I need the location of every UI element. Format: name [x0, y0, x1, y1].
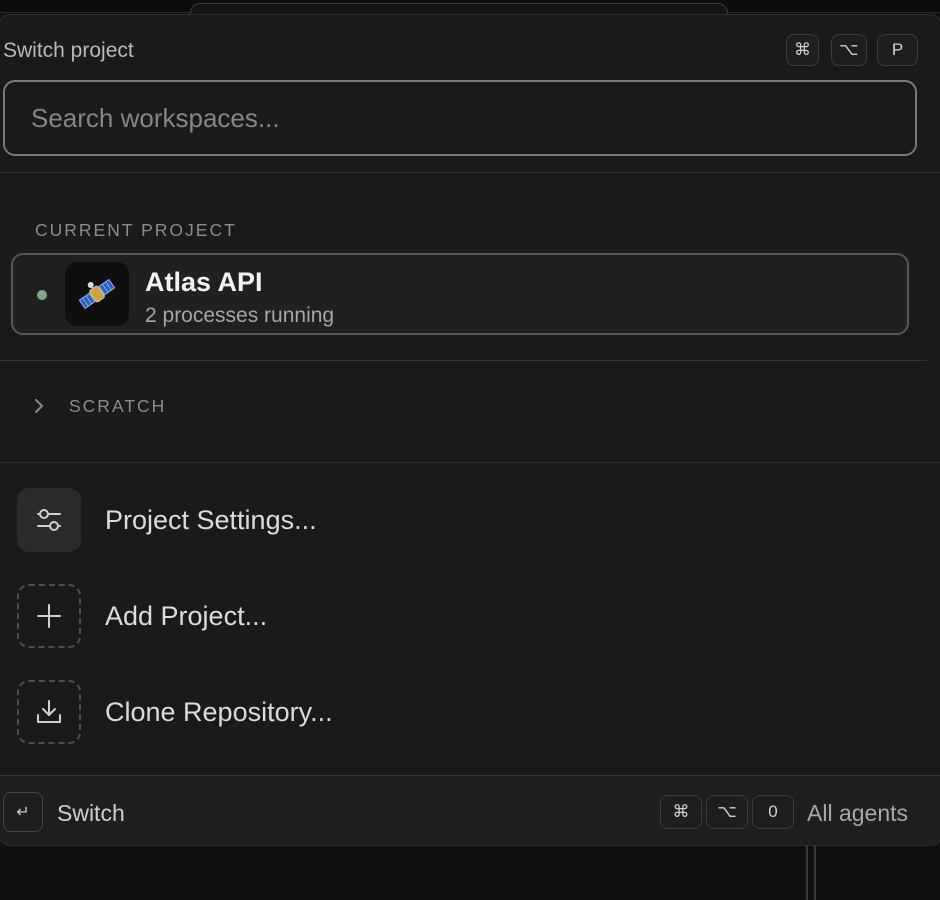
shortcut-key-0: 0 — [752, 795, 794, 829]
all-agents-hint-label: All agents — [807, 800, 909, 826]
shortcut-key-cmd: ⌘ — [660, 795, 702, 829]
project-status-text: 2 processes running — [145, 304, 335, 327]
add-project-label: Add Project... — [105, 600, 268, 631]
enter-key-icon: ↵ — [3, 792, 43, 832]
sliders-icon — [17, 488, 81, 552]
background-scrollbar — [806, 846, 816, 900]
project-switcher-panel: Switch project ⌘ ⌥ P CURRENT PROJECT — [0, 14, 940, 846]
switch-hint-label: Switch — [57, 800, 125, 826]
running-status-dot — [37, 290, 47, 300]
switcher-footer: ↵ Switch ⌘ ⌥ 0 All agents — [0, 775, 940, 845]
shortcut-key-p: P — [877, 34, 918, 66]
scratch-heading: SCRATCH — [69, 395, 167, 416]
add-project-button[interactable]: Add Project... — [17, 584, 617, 648]
plus-icon — [17, 584, 81, 648]
switcher-title: Switch project — [3, 39, 134, 62]
divider — [0, 172, 940, 173]
project-settings-button[interactable]: Project Settings... — [17, 488, 617, 552]
current-project-heading: CURRENT PROJECT — [35, 220, 237, 240]
switcher-header: Switch project ⌘ ⌥ P — [0, 15, 939, 79]
enter-key-glyph: ↵ — [16, 804, 30, 821]
clone-repository-button[interactable]: Clone Repository... — [17, 680, 617, 744]
shortcut-key-cmd: ⌘ — [786, 34, 819, 66]
scratch-section-toggle[interactable]: SCRATCH — [29, 389, 429, 423]
divider — [0, 462, 940, 463]
shortcut-key-option: ⌥ — [831, 34, 867, 66]
project-name: Atlas API — [145, 267, 263, 297]
search-field[interactable] — [3, 80, 917, 156]
download-icon — [17, 680, 81, 744]
satellite-icon — [65, 262, 129, 326]
chevron-right-icon — [29, 396, 49, 416]
clone-repository-label: Clone Repository... — [105, 696, 333, 727]
divider — [0, 360, 927, 361]
shortcut-key-option: ⌥ — [706, 795, 748, 829]
search-input[interactable] — [5, 82, 915, 154]
current-project-card[interactable]: Atlas API 2 processes running — [11, 253, 909, 335]
project-settings-label: Project Settings... — [105, 504, 317, 535]
